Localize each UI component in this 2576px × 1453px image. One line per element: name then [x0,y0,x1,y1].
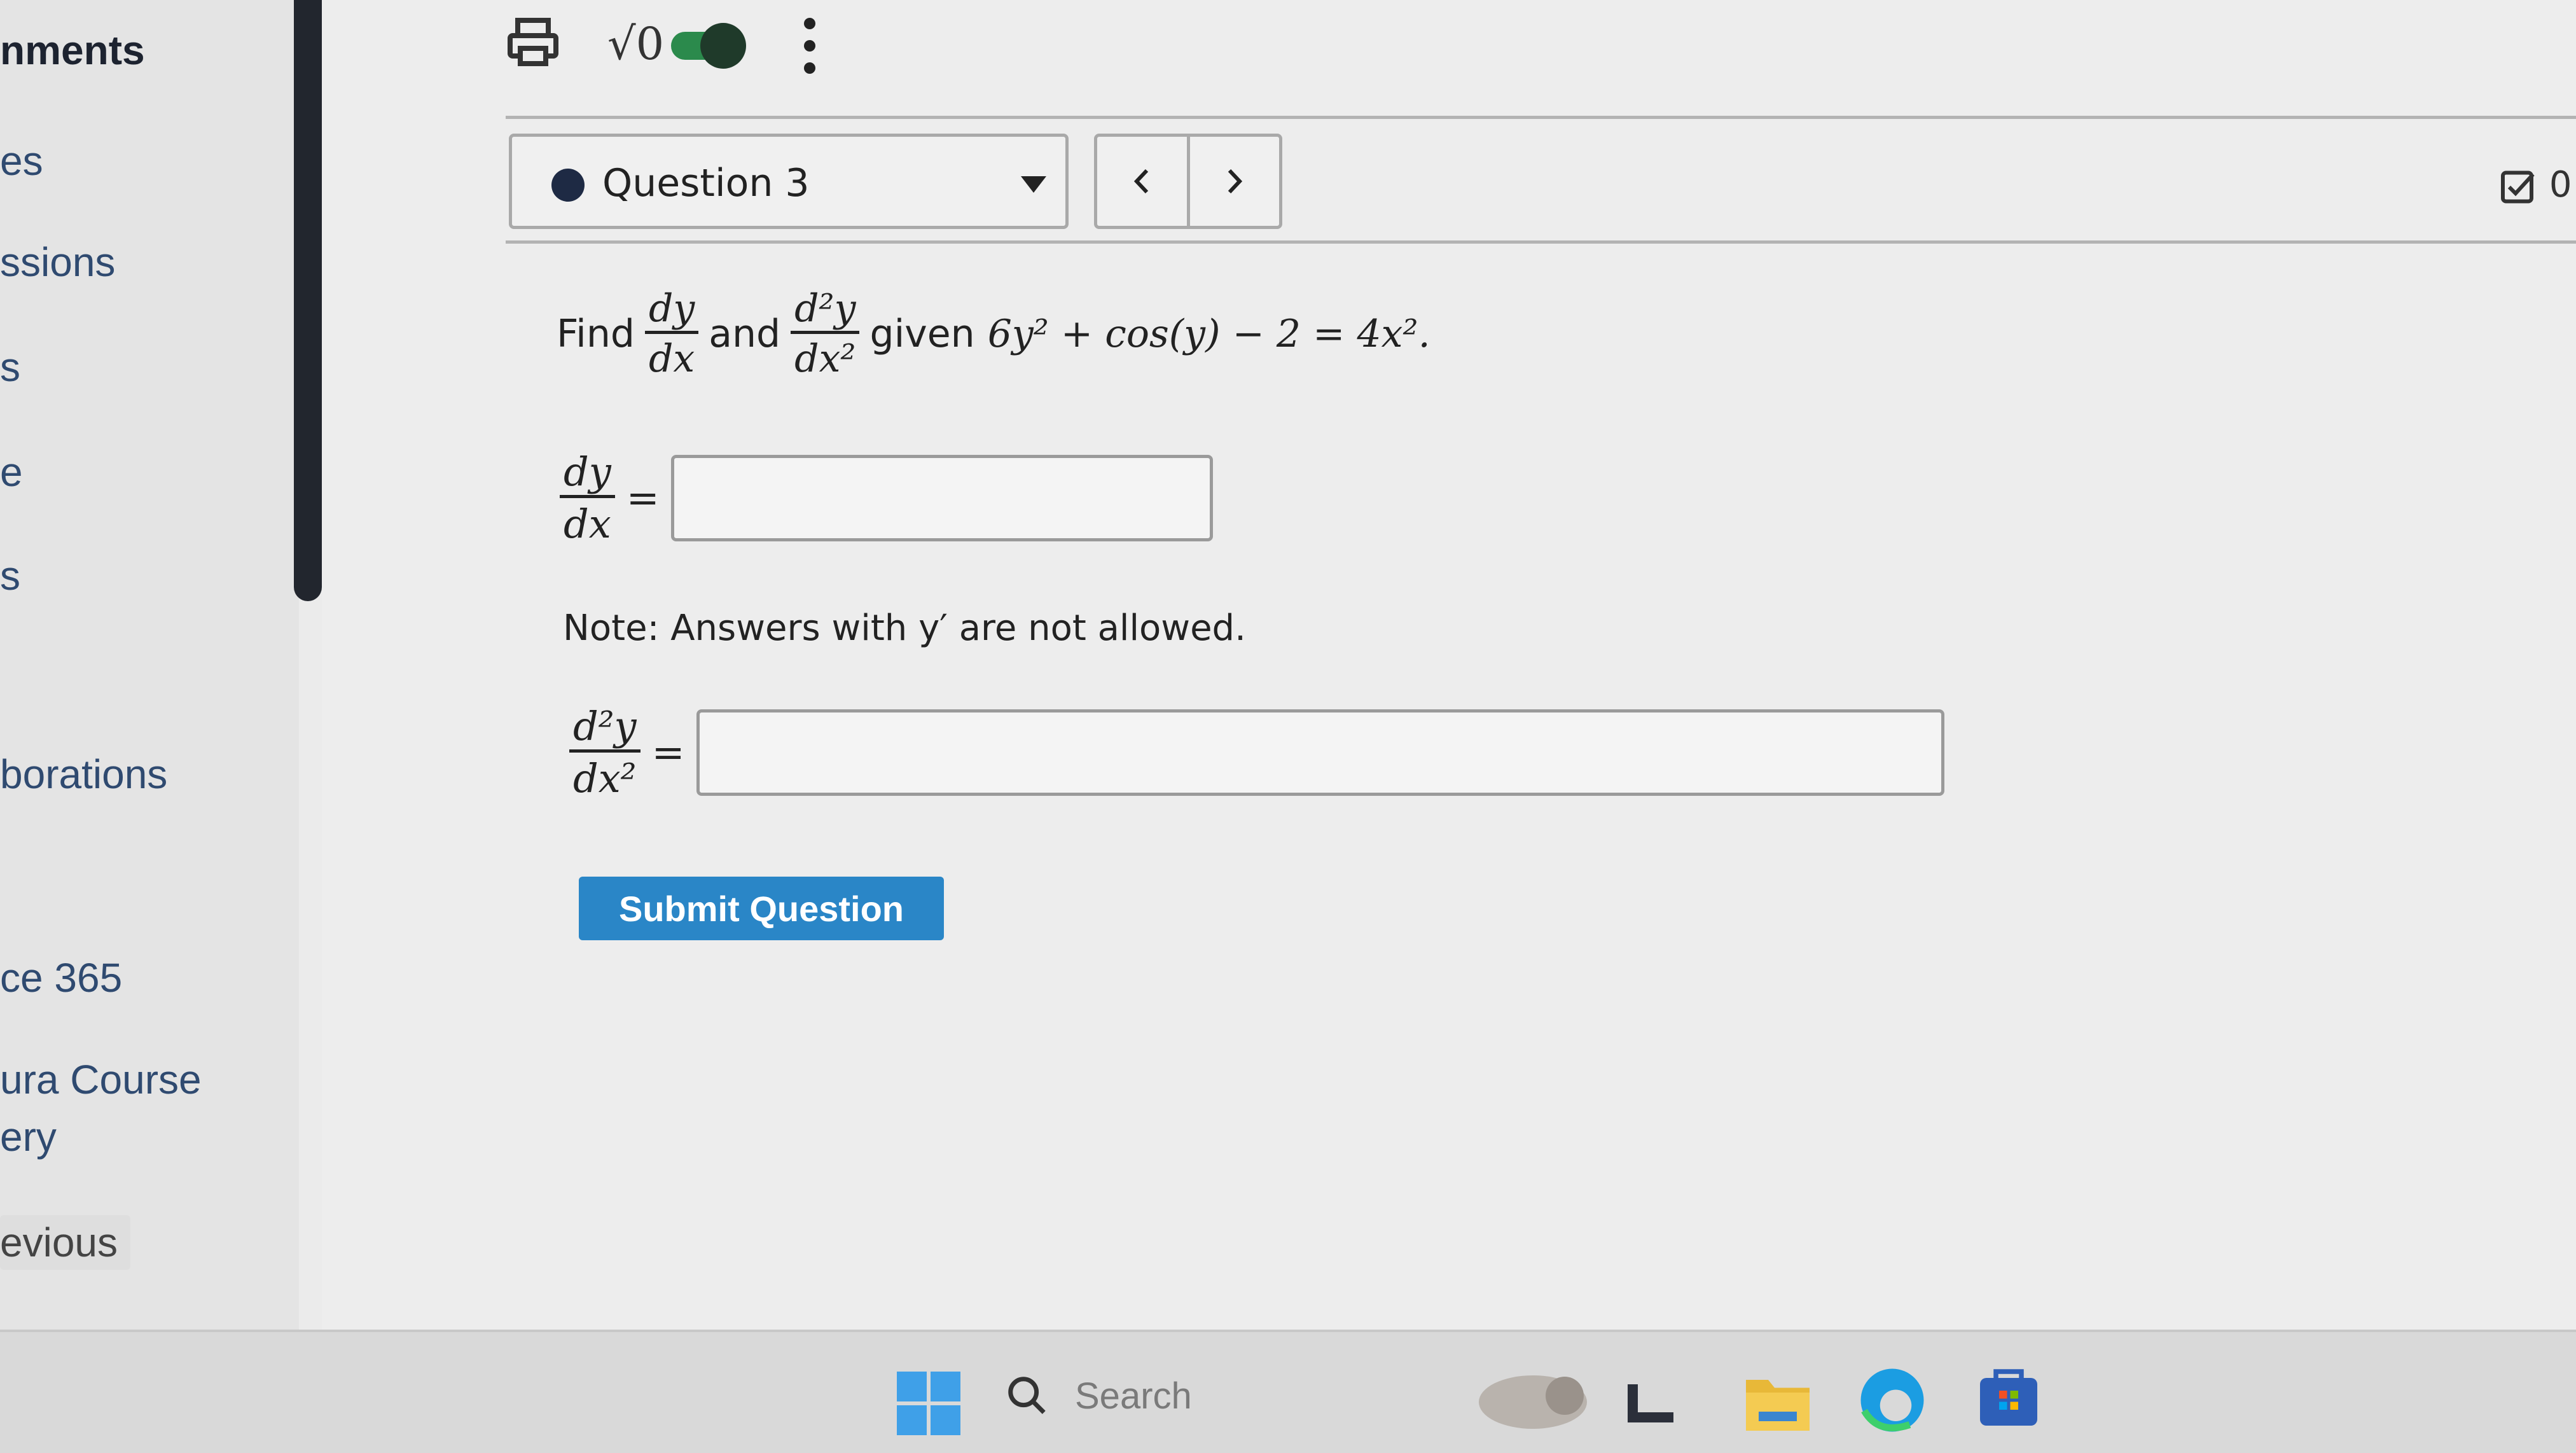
checkbox-icon [2501,170,2535,204]
search-placeholder: Search [1075,1375,1192,1417]
task-view-icon[interactable] [1625,1382,1676,1429]
store-icon[interactable] [1977,1365,2040,1431]
d2y-dx2-answer-input[interactable] [696,709,1944,796]
fraction-denominator: dx [644,331,699,381]
counter-value: 0 [2549,164,2572,205]
prompt-given: given [869,311,975,356]
answer-row-2: d²y dx² = [569,703,1944,802]
taskbar: Search [0,1330,2576,1453]
prev-question-button[interactable] [1097,137,1187,226]
question-nav [1094,134,1282,229]
fraction-numerator: dy [648,286,695,331]
chevron-right-icon [1228,169,1242,194]
search-icon [1008,1377,1046,1414]
fraction-numerator: d²y [794,286,856,331]
sidebar-item-4[interactable]: e [0,448,23,496]
left-sidebar: nments es ssions s e s borations ce 365 … [0,0,322,1330]
sidebar-item-discussions[interactable]: ssions [0,239,115,286]
sidebar-item-5[interactable]: s [0,552,20,599]
taskbar-search[interactable]: Search [1005,1361,1412,1431]
fraction-denominator: dx² [791,331,860,381]
dy-dx-answer-input[interactable] [670,454,1213,541]
fraction-numerator: d²y [573,703,637,749]
math-toggle-icon[interactable]: √0 [607,18,664,70]
more-options-icon[interactable] [800,14,819,80]
fraction-numerator: dy [564,448,611,495]
divider [506,240,2576,244]
equals-sign: = [626,475,660,521]
status-dot-icon [551,169,585,202]
sidebar-scrollbar[interactable] [294,0,322,601]
sidebar-item-course[interactable]: ura Course [0,1056,202,1103]
chevron-left-icon [1134,169,1149,194]
answer-note: Note: Answers with y′ are not allowed. [563,608,1246,649]
prompt-and: and [709,311,781,356]
sidebar-item-collaborations[interactable]: borations [0,751,167,798]
submit-question-button[interactable]: Submit Question [579,877,944,940]
answer2-fraction: d²y dx² [569,703,641,802]
answer1-fraction: dy dx [560,448,615,547]
divider [506,116,2576,119]
fraction-denominator: dx² [569,749,641,802]
question-selector-label: Question 3 [602,161,810,205]
previous-button[interactable]: evious [0,1215,130,1270]
question-selector[interactable]: Question 3 [509,134,1069,229]
question-prompt: Find dy dx and d²y dx² given 6y² + cos(y… [557,286,1430,381]
sidebar-item-assignments[interactable]: nments [0,27,145,74]
chevron-down-icon [1021,176,1046,193]
edge-browser-icon[interactable] [1857,1365,1927,1438]
sidebar-item-3[interactable]: s [0,344,20,391]
widgets-icon[interactable] [1457,1365,1590,1438]
second-derivative-fraction: d²y dx² [791,286,860,381]
equals-sign: = [651,729,685,775]
next-question-button[interactable] [1186,137,1280,226]
first-derivative-fraction: dy dx [644,286,699,381]
fraction-denominator: dx [560,495,615,547]
toggle-switch[interactable] [671,20,754,74]
submission-counter: 0 [2500,164,2572,206]
sidebar-item-1[interactable]: es [0,137,43,184]
prompt-find: Find [557,311,635,356]
given-equation: 6y² + cos(y) − 2 = 4x². [987,311,1430,356]
answer-row-1: dy dx = [560,448,1213,547]
sidebar-item-gallery[interactable]: ery [0,1113,57,1160]
file-explorer-icon[interactable] [1743,1370,1813,1436]
print-icon[interactable] [502,13,564,76]
windows-start-icon[interactable] [897,1372,960,1438]
sidebar-item-office-365[interactable]: ce 365 [0,954,122,1001]
